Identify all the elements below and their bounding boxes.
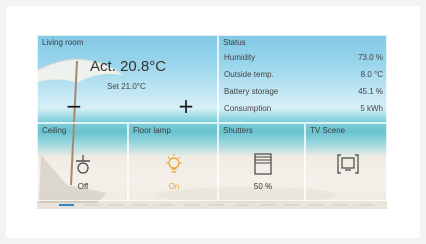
actual-temperature: Act. 20.8°C [90, 58, 167, 75]
status-value: 8.0 °C [360, 70, 383, 79]
page-dot[interactable] [109, 204, 124, 206]
page-dot[interactable] [309, 204, 324, 206]
living-room-tile[interactable]: Living room Act. 20.8°C Set 21.0°C − + [37, 35, 218, 123]
ceiling-title: Ceiling [42, 126, 67, 135]
increase-temperature-button[interactable]: + [175, 96, 197, 118]
tv-scene-icon [337, 154, 359, 174]
set-temperature: Set 21.0°C [107, 82, 146, 91]
shutters-position: 50 % [253, 182, 273, 191]
shutters-title: Shutters [223, 126, 253, 135]
page-dot[interactable] [334, 204, 349, 206]
page-dot[interactable] [209, 204, 224, 206]
status-value: 5 kWh [360, 104, 383, 113]
tv-scene-title: TV Scene [310, 126, 346, 135]
status-tile[interactable]: Status Humidity 73.0 % Outside temp. 8.0… [218, 35, 387, 123]
status-label: Humidity [224, 53, 256, 62]
shutter-icon [254, 153, 272, 175]
shutters-tile[interactable]: Shutters 50 % [218, 123, 305, 201]
page-dot[interactable] [159, 204, 174, 206]
decrease-temperature-button[interactable]: − [63, 96, 85, 118]
page-dot[interactable] [134, 204, 149, 206]
ceiling-state: Off [77, 182, 89, 191]
dashboard-screen: Living room Act. 20.8°C Set 21.0°C − + S… [37, 35, 387, 209]
status-label: Consumption [224, 104, 272, 113]
status-row-humidity: Humidity 73.0 % [224, 53, 383, 65]
status-label: Battery storage [224, 87, 279, 96]
living-room-title: Living room [42, 38, 84, 47]
page-dot[interactable] [84, 204, 99, 206]
status-title: Status [223, 38, 246, 47]
page-dot[interactable] [284, 204, 299, 206]
page-dot[interactable] [234, 204, 249, 206]
status-value: 73.0 % [358, 53, 383, 62]
pendant-lamp-icon [76, 155, 90, 174]
page-dot-active[interactable] [59, 204, 74, 206]
page-dot[interactable] [359, 204, 374, 206]
page-dot[interactable] [184, 204, 199, 206]
tv-scene-tile[interactable]: TV Scene [305, 123, 387, 201]
status-value: 45.1 % [358, 87, 383, 96]
floor-lamp-tile[interactable]: Floor lamp On [128, 123, 218, 201]
bulb-icon [166, 154, 182, 173]
page-dot[interactable] [259, 204, 274, 206]
floor-lamp-state: On [168, 182, 180, 191]
status-row-consumption: Consumption 5 kWh [224, 104, 383, 116]
status-row-outside-temp: Outside temp. 8.0 °C [224, 70, 383, 82]
status-label: Outside temp. [224, 70, 274, 79]
status-row-battery: Battery storage 45.1 % [224, 87, 383, 99]
ceiling-light-tile[interactable]: Ceiling Off [37, 123, 128, 201]
floor-lamp-title: Floor lamp [133, 126, 171, 135]
